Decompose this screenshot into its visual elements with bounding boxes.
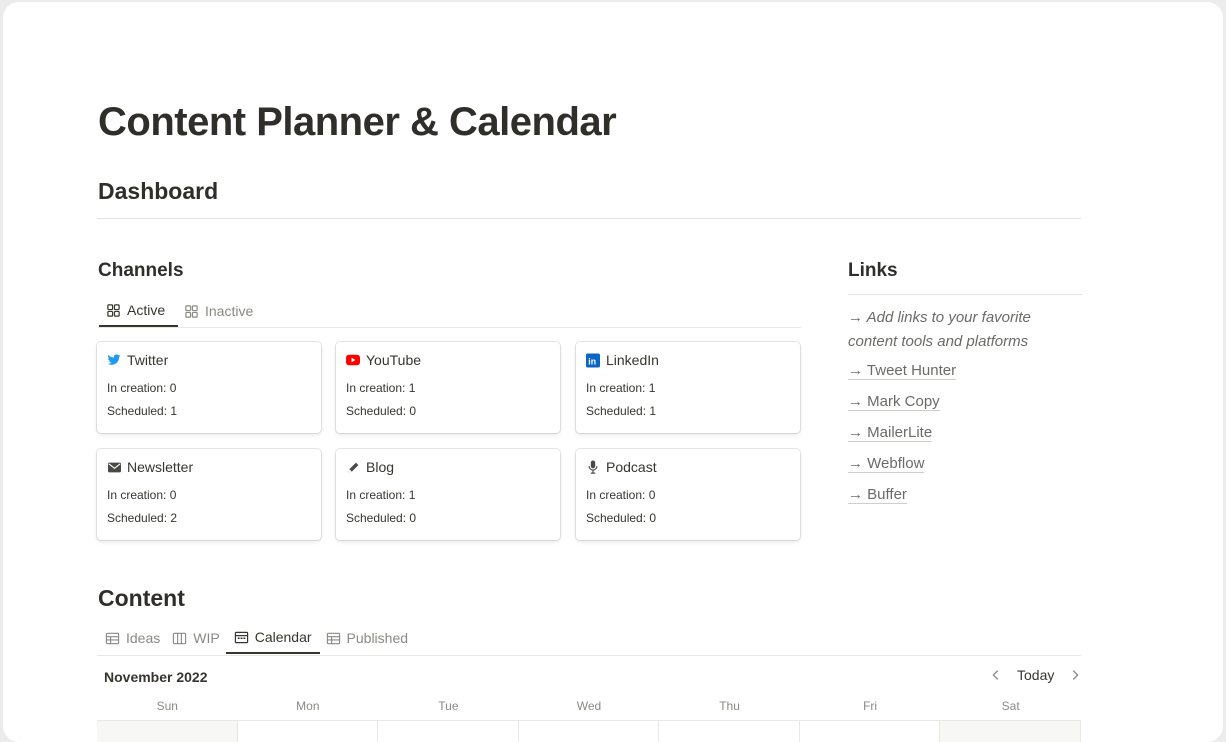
links-list: → Add links to your favorite content too… <box>848 306 1088 516</box>
scheduled-count: Scheduled: 2 <box>107 511 178 525</box>
divider <box>97 218 1081 219</box>
weekday-label: Wed <box>576 699 602 713</box>
in-creation-count: In creation: 0 <box>107 381 177 395</box>
card-title: Podcast <box>606 459 657 475</box>
dashboard-heading: Dashboard <box>98 178 219 204</box>
link-mark-copy[interactable]: → Mark Copy <box>848 392 1088 411</box>
channel-card-podcast[interactable]: Podcast In creation: 0 Scheduled: 0 <box>576 449 800 540</box>
divider <box>97 327 801 328</box>
scheduled-count: Scheduled: 0 <box>346 404 417 418</box>
svg-text:in: in <box>588 356 596 366</box>
links-heading: Links <box>848 260 898 281</box>
weekday-header: Sun Mon Tue Wed Thu Fri Sat <box>97 699 1081 713</box>
tab-ideas-label: Ideas <box>126 630 161 646</box>
tab-calendar-label: Calendar <box>254 629 312 645</box>
channel-card-twitter[interactable]: Twitter In creation: 0 Scheduled: 1 <box>97 342 321 433</box>
tab-published[interactable]: Published <box>320 622 415 654</box>
channel-card-youtube[interactable]: YouTube In creation: 1 Scheduled: 0 <box>336 342 560 433</box>
card-title: Newsletter <box>127 459 194 475</box>
tab-inactive-label: Inactive <box>205 303 254 319</box>
scheduled-count: Scheduled: 1 <box>107 404 178 418</box>
envelope-icon <box>107 460 121 474</box>
card-title: Blog <box>366 459 395 475</box>
calendar-nav: Today <box>989 667 1082 683</box>
calendar-icon <box>234 631 248 643</box>
tab-active[interactable]: Active <box>99 295 178 327</box>
microphone-icon <box>586 460 600 474</box>
table-icon <box>326 632 340 644</box>
board-icon <box>173 632 187 644</box>
calendar-month: November 2022 <box>104 669 208 685</box>
chevron-left-icon[interactable] <box>989 668 1003 682</box>
tab-calendar[interactable]: Calendar <box>225 622 320 654</box>
link-webflow[interactable]: → Webflow <box>848 454 1088 473</box>
in-creation-count: In creation: 0 <box>586 488 656 502</box>
link-buffer[interactable]: → Buffer <box>848 485 1088 504</box>
gallery-icon <box>185 304 198 318</box>
tab-active-label: Active <box>127 302 166 318</box>
chevron-right-icon[interactable] <box>1068 668 1082 682</box>
pencil-icon <box>346 460 360 474</box>
page-title: Content Planner & Calendar <box>98 100 617 144</box>
scheduled-count: Scheduled: 0 <box>586 511 657 525</box>
card-title: YouTube <box>366 352 422 368</box>
card-title: Twitter <box>127 352 169 368</box>
calendar-week-row <box>97 720 1081 742</box>
gallery-icon <box>107 303 120 317</box>
weekday-label: Mon <box>296 699 320 713</box>
weekday-label: Sun <box>156 699 178 713</box>
scheduled-count: Scheduled: 0 <box>346 511 417 525</box>
weekday-label: Thu <box>719 699 740 713</box>
channel-card-blog[interactable]: Blog In creation: 1 Scheduled: 0 <box>336 449 560 540</box>
in-creation-count: In creation: 0 <box>107 488 177 502</box>
tab-wip[interactable]: WIP <box>166 622 225 654</box>
tab-ideas[interactable]: Ideas <box>99 622 166 654</box>
content-heading: Content <box>98 585 185 611</box>
channels-view-tabs: Active Inactive <box>99 295 259 327</box>
links-note: → Add links to your favorite content too… <box>848 309 1031 350</box>
weekday-label: Sat <box>1001 699 1020 713</box>
today-button[interactable]: Today <box>1017 667 1054 683</box>
tab-wip-label: WIP <box>193 630 220 646</box>
in-creation-count: In creation: 1 <box>346 381 416 395</box>
card-title: LinkedIn <box>606 352 659 368</box>
divider <box>848 294 1082 295</box>
in-creation-count: In creation: 1 <box>346 488 416 502</box>
youtube-icon <box>346 353 360 367</box>
linkedin-icon: in <box>586 353 600 367</box>
in-creation-count: In creation: 1 <box>586 381 656 395</box>
page-frame: Content Planner & Calendar Dashboard Cha… <box>3 2 1223 742</box>
divider <box>97 655 1081 656</box>
channel-card-newsletter[interactable]: Newsletter In creation: 0 Scheduled: 2 <box>97 449 321 540</box>
tab-inactive[interactable]: Inactive <box>178 295 259 327</box>
link-mailerlite[interactable]: → MailerLite <box>848 423 1088 442</box>
weekday-label: Tue <box>438 699 459 713</box>
twitter-icon <box>107 353 121 367</box>
table-icon <box>105 632 120 644</box>
weekday-label: Fri <box>863 699 878 713</box>
content-view-tabs: Ideas WIP Calendar Published <box>99 622 414 654</box>
channel-card-linkedin[interactable]: in LinkedIn In creation: 1 Scheduled: 1 <box>576 342 800 433</box>
scheduled-count: Scheduled: 1 <box>586 404 657 418</box>
tab-published-label: Published <box>346 630 409 646</box>
link-tweet-hunter[interactable]: → Tweet Hunter <box>848 361 1088 380</box>
channels-heading: Channels <box>98 260 184 281</box>
